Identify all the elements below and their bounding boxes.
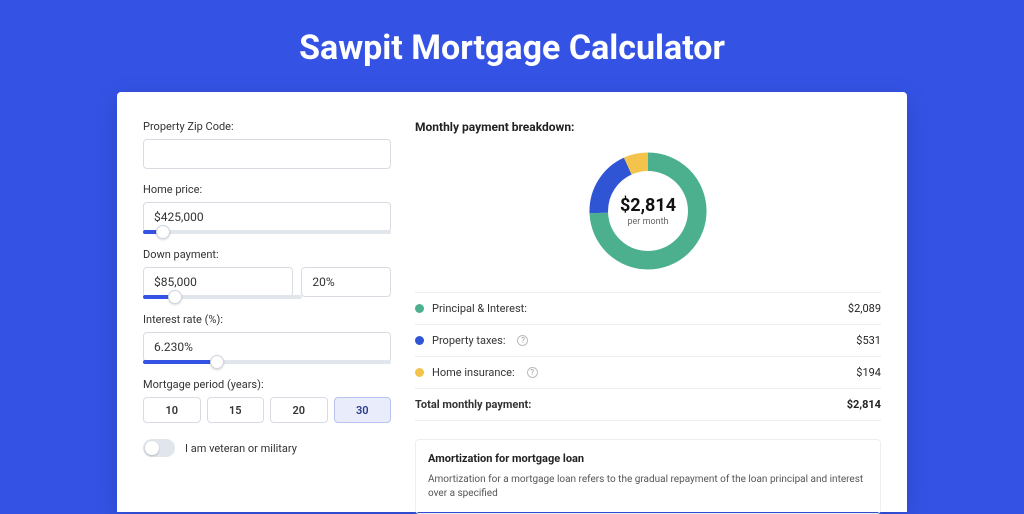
zip-field: Property Zip Code: [143, 120, 391, 169]
amortization-title: Amortization for mortgage loan [428, 452, 868, 465]
period-button-20[interactable]: 20 [270, 397, 328, 423]
donut-sub: per month [627, 217, 668, 227]
period-button-10[interactable]: 10 [143, 397, 201, 423]
amortization-box: Amortization for mortgage loan Amortizat… [415, 439, 881, 514]
calculator-card: Property Zip Code: Home price: Down paym… [117, 92, 907, 512]
home-price-label: Home price: [143, 183, 391, 196]
period-button-15[interactable]: 15 [207, 397, 265, 423]
donut-amount: $2,814 [620, 195, 676, 216]
breakdown-title: Monthly payment breakdown: [415, 120, 881, 134]
legend-total-row: Total monthly payment: $2,814 [415, 389, 881, 421]
legend-value: $2,089 [848, 302, 881, 315]
home-price-slider[interactable] [143, 230, 391, 234]
legend-label: Home insurance: [432, 366, 515, 379]
interest-input[interactable] [143, 332, 391, 362]
down-payment-percent-input[interactable] [301, 267, 391, 297]
info-icon[interactable]: ? [517, 335, 528, 346]
legend-dot [415, 304, 424, 313]
legend-label: Property taxes: [432, 334, 505, 347]
donut-chart: $2,814 per month [583, 146, 713, 276]
slider-thumb[interactable] [210, 355, 224, 369]
veteran-row: I am veteran or military [143, 439, 391, 457]
down-payment-label: Down payment: [143, 248, 391, 261]
home-price-input[interactable] [143, 202, 391, 232]
home-price-field: Home price: [143, 183, 391, 234]
veteran-toggle[interactable] [143, 439, 175, 457]
total-label: Total monthly payment: [415, 398, 531, 411]
form-column: Property Zip Code: Home price: Down paym… [143, 120, 391, 484]
interest-field: Interest rate (%): [143, 313, 391, 364]
veteran-label: I am veteran or military [185, 442, 297, 455]
legend: Principal & Interest: $2,089 Property taxe… [415, 292, 881, 421]
period-label: Mortgage period (years): [143, 378, 391, 391]
total-value: $2,814 [847, 398, 881, 411]
legend-row: Principal & Interest: $2,089 [415, 293, 881, 325]
down-payment-amount-input[interactable] [143, 267, 293, 297]
legend-label: Principal & Interest: [432, 302, 527, 315]
legend-row: Property taxes:? $531 [415, 325, 881, 357]
period-field: Mortgage period (years): 10152030 [143, 378, 391, 423]
slider-thumb[interactable] [156, 225, 170, 239]
legend-dot [415, 336, 424, 345]
result-column: Monthly payment breakdown: $2,814 per mo… [415, 120, 881, 484]
down-payment-slider[interactable] [143, 295, 302, 299]
down-payment-field: Down payment: [143, 248, 391, 299]
legend-value: $531 [856, 334, 881, 347]
legend-row: Home insurance:? $194 [415, 357, 881, 389]
legend-dot [415, 368, 424, 377]
page-title: Sawpit Mortgage Calculator [0, 0, 1024, 92]
legend-value: $194 [856, 366, 881, 379]
zip-input[interactable] [143, 139, 391, 169]
info-icon[interactable]: ? [527, 367, 538, 378]
slider-thumb[interactable] [168, 290, 182, 304]
interest-label: Interest rate (%): [143, 313, 391, 326]
toggle-knob [145, 441, 159, 455]
period-button-30[interactable]: 30 [334, 397, 392, 423]
interest-slider[interactable] [143, 360, 391, 364]
zip-label: Property Zip Code: [143, 120, 391, 133]
amortization-text: Amortization for a mortgage loan refers … [428, 473, 868, 501]
